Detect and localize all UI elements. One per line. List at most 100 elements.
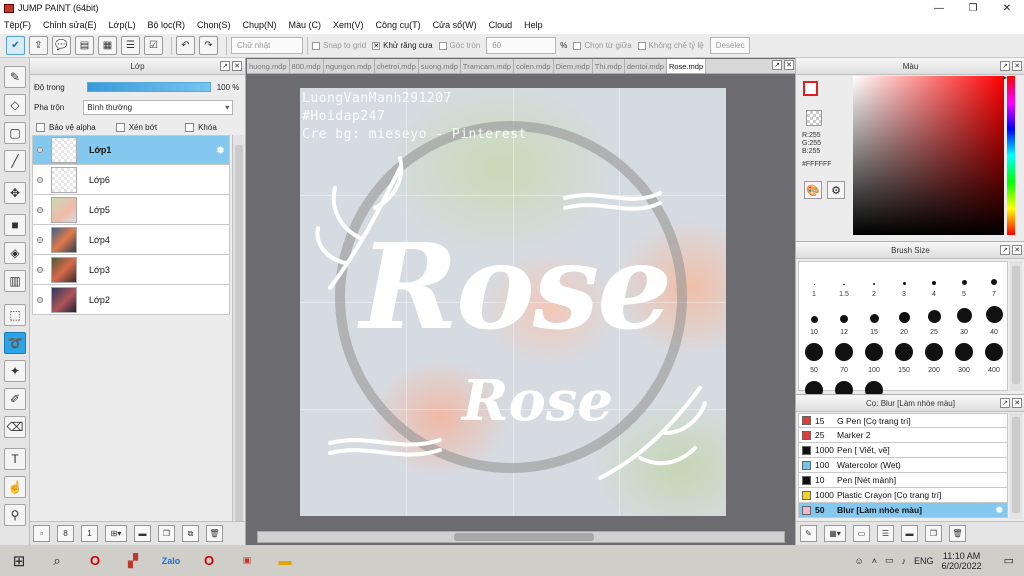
delete-layer-icon[interactable]: 🗑 [206,525,223,542]
search-icon[interactable]: ⌕ [38,545,76,576]
move-icon[interactable]: ✥ [4,182,26,204]
menu-color[interactable]: Màu (C) [289,20,322,30]
brush-size-option[interactable]: 20 [889,298,919,338]
panel-close-icon[interactable]: ✕ [1012,398,1022,408]
scroll-thumb[interactable] [1012,266,1020,384]
volume-icon[interactable]: ♪ [902,556,907,566]
export-icon[interactable]: ⇪ [29,36,48,55]
fixed-ratio-option[interactable]: Không chế tỷ lệ [637,41,704,50]
menu-tools[interactable]: Công cụ(T) [376,20,421,30]
doc-tab[interactable]: suong.mdp [418,59,461,73]
new-layer-icon[interactable]: ▫ [33,525,50,542]
bucket-icon[interactable]: ◈ [4,242,26,264]
people-icon[interactable]: ☺ [855,556,864,566]
list-icon[interactable]: ☰ [121,36,140,55]
layer-row[interactable]: Lớp3 [32,255,230,285]
network-icon[interactable]: ▭ [885,555,894,566]
blend-mode-select[interactable]: Bình thường [83,99,234,115]
deselect-button[interactable]: Deselec [709,37,750,54]
scroll-thumb[interactable] [454,533,594,541]
new-layer-1bit-icon[interactable]: 1 [81,525,98,542]
magic-wand-icon[interactable]: ✦ [4,360,26,382]
brush-size-option[interactable]: 4 [919,260,949,300]
brush-size-option[interactable]: 3 [889,260,919,300]
foreground-color-swatch[interactable] [803,81,818,96]
transparent-color-swatch[interactable] [806,110,822,126]
doc-tab[interactable]: colen.mdp [513,59,554,73]
text-icon[interactable]: T [4,448,26,470]
zalo-icon[interactable]: Zalo [152,545,190,576]
doc-tab[interactable]: Thi.mdp [592,59,625,73]
menu-help[interactable]: Help [524,20,543,30]
brush-size-option[interactable]: 5 [949,260,979,300]
clipping-checkbox[interactable] [115,122,125,132]
lock-checkbox[interactable] [185,122,195,132]
brush-folder-icon[interactable]: ▬ [901,525,918,542]
brush-preset-item[interactable]: 10 Pen [Nét mảnh] [798,473,1008,488]
brush-size-option[interactable]: 50 [799,336,829,376]
brush-size-option[interactable]: 12 [829,298,859,338]
visibility-icon[interactable] [37,147,43,153]
hand-icon[interactable]: ☝ [4,476,26,498]
check-icon[interactable]: ✔ [6,36,25,55]
comment-icon[interactable]: 💬 [52,36,71,55]
drawing-canvas[interactable]: LuongVanManh291207 #Hoidap247 Cre bg: mi… [300,88,726,516]
hue-slider[interactable] [1007,76,1015,235]
select-rect-icon[interactable]: ⬚ [4,304,26,326]
tab-close-icon[interactable]: ✕ [784,60,794,70]
eraser-icon[interactable]: ◇ [4,94,26,116]
brush-preset-item[interactable]: 50 Blur [Làm nhòe màu] ✹ [798,503,1008,518]
protect-alpha-checkbox[interactable] [36,122,45,132]
brush-menu-icon[interactable]: ▦▾ [824,525,846,542]
menu-edit[interactable]: Chỉnh sửa(E) [43,20,97,30]
brush-duplicate-icon[interactable]: ❐ [925,525,942,542]
tab-float-icon[interactable]: ↗ [772,60,782,70]
brush-size-option[interactable]: 150 [889,336,919,376]
brush-preset-item[interactable]: 25 Marker 2 [798,428,1008,443]
brush-size-option[interactable]: 15 [859,298,889,338]
doc-tab[interactable]: huong.mdp [247,59,290,73]
select-eraser-icon[interactable]: ⌫ [4,416,26,438]
hue-marker-icon[interactable]: ▸ [1003,73,1007,82]
brush-preset-item[interactable]: 100 Watercolor (Wet) [798,458,1008,473]
shape-icon[interactable]: ▢ [4,122,26,144]
checklist-icon[interactable]: ☑ [144,36,163,55]
menu-capture[interactable]: Chụp(N) [243,20,277,30]
redo-icon[interactable]: ↷ [199,36,218,55]
gear-icon[interactable]: ✹ [216,144,225,157]
visibility-icon[interactable] [37,206,43,213]
minimize-button[interactable]: — [922,0,956,16]
layer-scrollbar[interactable] [232,135,244,567]
jump-paint-icon[interactable]: ▣ [228,545,266,576]
language-indicator[interactable]: ENG [914,556,934,566]
doc-tab-active[interactable]: Rose.mdp [666,59,707,73]
antialias-checkbox[interactable]: ✕ [372,41,381,50]
doc-tab[interactable]: ngungon.mdp [323,59,375,73]
brush-preset-scrollbar[interactable] [1010,413,1022,519]
visibility-icon[interactable] [37,266,43,273]
layer-row[interactable]: Lớp6 [32,165,230,195]
brush-size-option[interactable]: 25 [919,298,949,338]
panel-float-icon[interactable]: ↗ [1000,398,1010,408]
new-layer-8bit-icon[interactable]: 8 [57,525,74,542]
select-from-center-option[interactable]: Chọn từ giữa [573,41,632,50]
folder-icon[interactable]: ▬ [134,525,151,542]
brush-preset-item[interactable]: 15 G Pen [Cọ trang trí] [798,413,1008,428]
brush-size-option[interactable]: 10 [799,298,829,338]
brush-list-icon[interactable]: ☰ [877,525,894,542]
doc-tab[interactable]: chetroi.mdp [374,59,419,73]
saturation-value-picker[interactable] [853,76,1004,235]
palette-icon[interactable]: 🎨 [804,181,822,199]
brush-size-option[interactable]: 100 [859,336,889,376]
brush-delete-icon[interactable]: 🗑 [949,525,966,542]
eyedropper-icon[interactable]: ⚲ [4,504,26,526]
doc-tab[interactable]: Diem.mdp [553,59,593,73]
panel-close-icon[interactable]: ✕ [232,61,242,71]
duplicate-layer-icon[interactable]: ❐ [158,525,175,542]
fixed-ratio-checkbox[interactable] [637,41,646,50]
clock[interactable]: 11:10 AM 6/20/2022 [942,551,990,571]
menu-view[interactable]: Xem(V) [333,20,364,30]
chevron-up-icon[interactable]: ˄ [872,556,877,566]
horizontal-scrollbar[interactable] [257,531,785,543]
brush-size-option[interactable]: 7 [979,260,1009,300]
